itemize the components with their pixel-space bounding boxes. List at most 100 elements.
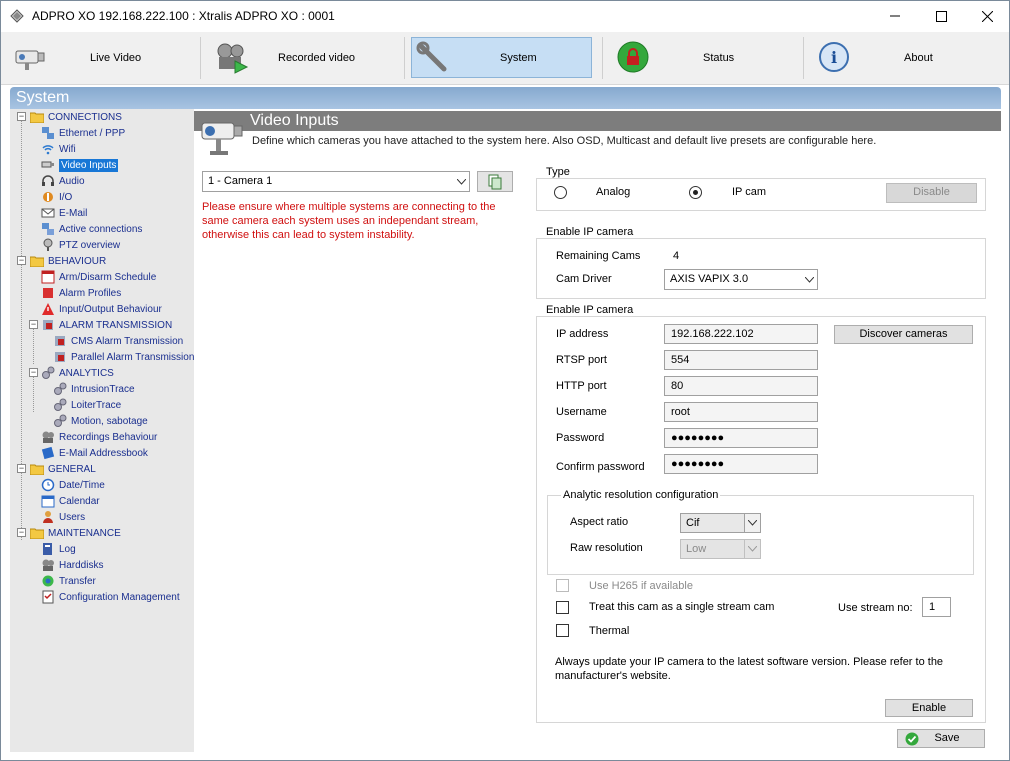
schedule-icon <box>41 270 55 284</box>
addressbook-icon <box>41 446 55 460</box>
status-tab[interactable]: Status <box>609 37 799 78</box>
tree-general[interactable]: GENERAL <box>30 461 96 477</box>
tree-alarm-profiles[interactable]: Alarm Profiles <box>41 285 121 301</box>
single-stream-checkbox[interactable] <box>556 601 569 614</box>
app-window: ADPRO XO 192.168.222.100 : Xtralis ADPRO… <box>0 0 1010 761</box>
transmission-icon <box>53 350 67 364</box>
checklist-icon <box>41 590 55 604</box>
recorded-video-tab[interactable]: Recorded video <box>207 37 397 78</box>
tree-maintenance[interactable]: MAINTENANCE <box>30 525 121 541</box>
collapse-alarm-transmission-toggle[interactable]: − <box>29 320 38 329</box>
tree-ethernet[interactable]: Ethernet / PPP <box>41 125 125 141</box>
tree-io-behaviour[interactable]: Input/Output Behaviour <box>41 301 162 317</box>
maximize-button[interactable] <box>918 1 964 31</box>
tree-analytics[interactable]: ANALYTICS <box>41 365 114 381</box>
enable-ip-camera-label: Enable IP camera <box>544 226 636 238</box>
chevron-down-icon <box>801 270 817 289</box>
tree-datetime[interactable]: Date/Time <box>41 477 105 493</box>
tree-email[interactable]: E-Mail <box>41 205 87 221</box>
tree-configuration-management[interactable]: Configuration Management <box>41 589 180 605</box>
tree-alarm-transmission[interactable]: ALARM TRANSMISSION <box>41 317 172 333</box>
analytic-resolution-group <box>547 495 974 575</box>
tree-calendar[interactable]: Calendar <box>41 493 100 509</box>
password-input[interactable]: ●●●●●●●● <box>664 428 818 448</box>
gears-icon <box>53 414 67 428</box>
enable-button[interactable]: Enable <box>885 699 973 717</box>
page-description: Define which cameras you have attached t… <box>252 135 877 147</box>
tree-intrusion-trace[interactable]: IntrusionTrace <box>53 381 135 397</box>
tree-parallel-alarm[interactable]: Parallel Alarm Transmission <box>53 349 194 365</box>
tree-harddisks[interactable]: Harddisks <box>41 557 103 573</box>
wrench-icon <box>416 41 450 78</box>
tree-ptz[interactable]: PTZ overview <box>41 237 120 253</box>
tree-connections[interactable]: CONNECTIONS <box>30 109 122 125</box>
discover-cameras-button[interactable]: Discover cameras <box>834 325 973 344</box>
log-icon <box>41 542 55 556</box>
http-port-label: HTTP port <box>556 380 607 392</box>
page-title: Video Inputs <box>250 112 339 129</box>
use-stream-input[interactable]: 1 <box>922 597 951 617</box>
raw-resolution-label: Raw resolution <box>570 542 643 554</box>
io-icon <box>41 190 55 204</box>
cam-driver-select[interactable]: AXIS VAPIX 3.0 <box>664 269 818 290</box>
thermal-checkbox[interactable] <box>556 624 569 637</box>
http-port-input[interactable]: 80 <box>664 376 818 396</box>
collapse-general-toggle[interactable]: − <box>17 464 26 473</box>
disable-button[interactable]: Disable <box>886 183 977 203</box>
tree-io[interactable]: I/O <box>41 189 72 205</box>
h265-checkbox[interactable] <box>556 579 569 592</box>
ip-address-label: IP address <box>556 328 609 340</box>
rtsp-port-input[interactable]: 554 <box>664 350 818 370</box>
tree-email-addressbook[interactable]: E-Mail Addressbook <box>41 445 148 461</box>
aspect-ratio-select[interactable]: Cif <box>680 513 761 533</box>
copy-camera-button[interactable] <box>477 171 513 192</box>
camera-select[interactable]: 1 - Camera 1 <box>202 171 470 192</box>
tree-behaviour[interactable]: BEHAVIOUR <box>30 253 106 269</box>
tree-users[interactable]: Users <box>41 509 85 525</box>
tree-audio[interactable]: Audio <box>41 173 85 189</box>
transmission-icon <box>53 334 67 348</box>
confirm-password-input[interactable]: ●●●●●●●● <box>664 454 818 474</box>
folder-icon <box>30 110 44 124</box>
folder-icon <box>30 462 44 476</box>
save-button[interactable]: Save <box>897 729 985 748</box>
window-title: ADPRO XO 192.168.222.100 : Xtralis ADPRO… <box>32 9 335 23</box>
confirm-password-label: Confirm password <box>556 461 645 473</box>
tree-loiter-trace[interactable]: LoiterTrace <box>53 397 121 413</box>
ipcam-radio[interactable] <box>689 186 702 199</box>
checkmark-icon <box>905 732 919 752</box>
gears-icon <box>41 366 55 380</box>
folder-icon <box>30 254 44 268</box>
tree-cms-alarm[interactable]: CMS Alarm Transmission <box>53 333 183 349</box>
tree-log[interactable]: Log <box>41 541 76 557</box>
tree-transfer[interactable]: Transfer <box>41 573 96 589</box>
collapse-behaviour-toggle[interactable]: − <box>17 256 26 265</box>
tree-video-inputs[interactable]: Video Inputs <box>41 157 119 173</box>
multi-system-warning: Please ensure where multiple systems are… <box>202 201 496 241</box>
live-video-tab[interactable]: Live Video <box>7 37 197 78</box>
close-button[interactable] <box>964 1 1010 31</box>
about-tab[interactable]: i About <box>810 37 1000 78</box>
cam-driver-label: Cam Driver <box>556 273 612 285</box>
analog-radio[interactable] <box>554 186 567 199</box>
system-tab[interactable]: System <box>411 37 592 78</box>
tree-recordings-behaviour[interactable]: Recordings Behaviour <box>41 429 157 445</box>
username-input[interactable]: root <box>664 402 818 422</box>
save-label: Save <box>934 732 960 744</box>
collapse-analytics-toggle[interactable]: − <box>29 368 38 377</box>
minimize-button[interactable] <box>872 1 918 31</box>
app-logo-icon <box>10 9 24 23</box>
recorded-video-label: Recorded video <box>278 51 356 64</box>
ip-address-input[interactable]: 192.168.222.102 <box>664 324 818 344</box>
chevron-down-icon <box>744 540 760 558</box>
chevron-down-icon <box>453 172 469 191</box>
collapse-connections-toggle[interactable]: − <box>17 112 26 121</box>
tree-active-connections[interactable]: Active connections <box>41 221 142 237</box>
about-label: About <box>904 51 933 64</box>
tree-arm-disarm[interactable]: Arm/Disarm Schedule <box>41 269 156 285</box>
tree-wifi[interactable]: Wifi <box>41 141 76 157</box>
raw-resolution-select[interactable]: Low <box>680 539 761 559</box>
analog-label: Analog <box>596 186 631 198</box>
collapse-maintenance-toggle[interactable]: − <box>17 528 26 537</box>
tree-motion-sabotage[interactable]: Motion, sabotage <box>53 413 148 429</box>
